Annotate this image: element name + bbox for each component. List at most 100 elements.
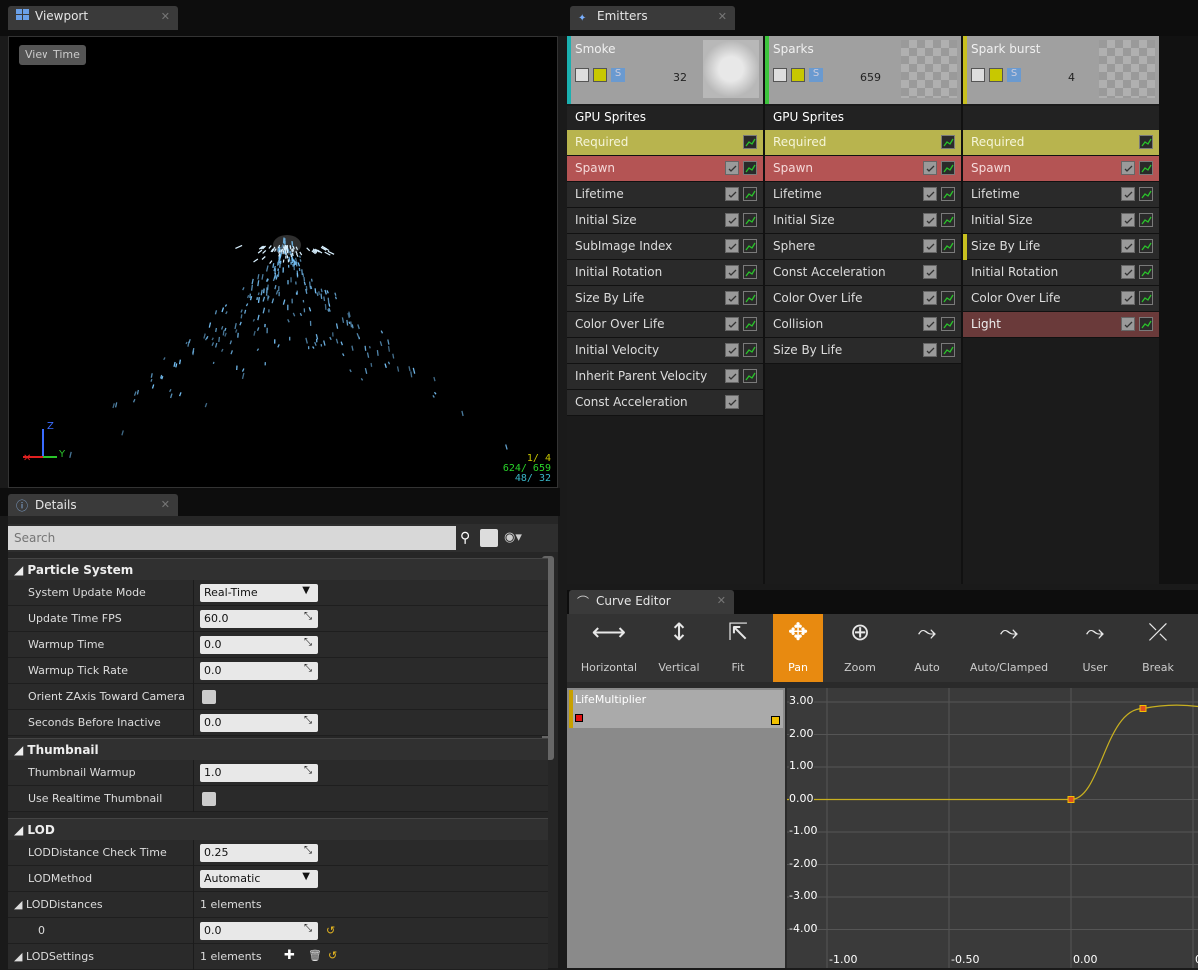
module-const-acceleration[interactable]: Const Acceleration	[567, 390, 763, 416]
module-lifetime[interactable]: Lifetime	[567, 182, 763, 208]
enable-icon[interactable]	[773, 68, 787, 82]
reset-icon[interactable]: ↺	[326, 924, 335, 937]
graph-icon[interactable]	[743, 161, 757, 175]
curve-graph-canvas[interactable]	[787, 688, 1198, 968]
emitter-header[interactable]: SparksS659	[765, 36, 961, 104]
module-enable-checkbox[interactable]	[923, 291, 937, 305]
module-spawn[interactable]: Spawn	[765, 156, 961, 182]
graph-icon[interactable]	[941, 213, 955, 227]
module-initial-rotation[interactable]: Initial Rotation	[567, 260, 763, 286]
solo-particles-icon[interactable]	[989, 68, 1003, 82]
module-enable-checkbox[interactable]	[923, 239, 937, 253]
curve-yellow-swatch[interactable]	[771, 716, 780, 725]
graph-icon[interactable]	[1139, 317, 1153, 331]
update-time-fps-field[interactable]: 60.0⤡	[200, 610, 318, 628]
module-spawn[interactable]: Spawn	[567, 156, 763, 182]
tab-curve-editor[interactable]: ⌒Curve Editor ✕	[569, 590, 734, 614]
curve-graph[interactable]: 3.002.001.000.00-1.00-2.00-3.00-4.00 -1.…	[787, 688, 1198, 968]
solo-icon[interactable]: S	[809, 68, 823, 82]
module-lifetime[interactable]: Lifetime	[963, 182, 1159, 208]
graph-icon[interactable]	[941, 239, 955, 253]
enable-icon[interactable]	[971, 68, 985, 82]
module-enable-checkbox[interactable]	[923, 265, 937, 279]
module-required[interactable]: Required	[765, 130, 961, 156]
graph-icon[interactable]	[743, 369, 757, 383]
emitter-type[interactable]: GPU Sprites	[765, 106, 961, 130]
tool-pan-button[interactable]: ✥Pan	[773, 614, 823, 682]
module-enable-checkbox[interactable]	[725, 161, 739, 175]
module-const-acceleration[interactable]: Const Acceleration	[765, 260, 961, 286]
module-enable-checkbox[interactable]	[725, 317, 739, 331]
seconds-before-inactive-field[interactable]: 0.0⤡	[200, 714, 318, 732]
close-icon[interactable]: ✕	[161, 498, 170, 511]
module-collision[interactable]: Collision	[765, 312, 961, 338]
module-enable-checkbox[interactable]	[1121, 291, 1135, 305]
emitter-type[interactable]	[963, 106, 1159, 130]
module-initial-size[interactable]: Initial Size	[765, 208, 961, 234]
module-enable-checkbox[interactable]	[725, 395, 739, 409]
module-enable-checkbox[interactable]	[725, 187, 739, 201]
module-enable-checkbox[interactable]	[725, 239, 739, 253]
module-initial-size[interactable]: Initial Size	[963, 208, 1159, 234]
graph-icon[interactable]	[1139, 187, 1153, 201]
module-enable-checkbox[interactable]	[725, 369, 739, 383]
tool-auto-clamped-button[interactable]: ⤳Auto/Clamped	[961, 614, 1057, 682]
solo-particles-icon[interactable]	[593, 68, 607, 82]
module-light[interactable]: Light	[963, 312, 1159, 338]
graph-icon[interactable]	[941, 291, 955, 305]
graph-icon[interactable]	[1139, 161, 1153, 175]
module-initial-size[interactable]: Initial Size	[567, 208, 763, 234]
module-enable-checkbox[interactable]	[923, 213, 937, 227]
category-particle-system[interactable]: ◢ Particle System	[8, 558, 548, 580]
emitter-header[interactable]: SmokeS32	[567, 36, 763, 104]
warmup-tick-rate-field[interactable]: 0.0⤡	[200, 662, 318, 680]
emitter-type[interactable]: GPU Sprites	[567, 106, 763, 130]
module-enable-checkbox[interactable]	[1121, 317, 1135, 331]
tool-auto-button[interactable]: ⤳Auto	[899, 614, 955, 682]
module-size-by-life[interactable]: Size By Life	[963, 234, 1159, 260]
module-enable-checkbox[interactable]	[725, 343, 739, 357]
module-color-over-life[interactable]: Color Over Life	[765, 286, 961, 312]
emitter-header[interactable]: Spark burstS4	[963, 36, 1159, 104]
graph-icon[interactable]	[1139, 291, 1153, 305]
module-enable-checkbox[interactable]	[1121, 213, 1135, 227]
close-icon[interactable]: ✕	[161, 10, 170, 23]
lod-method-select[interactable]: Automatic▼	[200, 870, 318, 888]
module-lifetime[interactable]: Lifetime	[765, 182, 961, 208]
tool-user-button[interactable]: ⤳User	[1067, 614, 1123, 682]
tab-details[interactable]: ⓘDetails ✕	[8, 494, 178, 518]
eye-icon[interactable]: ◉▾	[504, 530, 522, 545]
solo-icon[interactable]: S	[611, 68, 625, 82]
reset-icon[interactable]: ↺	[328, 949, 337, 962]
module-enable-checkbox[interactable]	[725, 213, 739, 227]
module-enable-checkbox[interactable]	[725, 265, 739, 279]
solo-particles-icon[interactable]	[791, 68, 805, 82]
tab-emitters[interactable]: ✦Emitters ✕	[570, 6, 735, 30]
warmup-time-field[interactable]: 0.0⤡	[200, 636, 318, 654]
tool-vertical-button[interactable]: ↕Vertical	[651, 614, 707, 682]
curve-red-swatch[interactable]	[575, 714, 583, 722]
graph-icon[interactable]	[941, 161, 955, 175]
graph-icon[interactable]	[743, 135, 757, 149]
module-initial-rotation[interactable]: Initial Rotation	[963, 260, 1159, 286]
thumbnail-warmup-field[interactable]: 1.0⤡	[200, 764, 318, 782]
lod-distance-check-time-field[interactable]: 0.25⤡	[200, 844, 318, 862]
search-input[interactable]	[8, 526, 456, 550]
close-icon[interactable]: ✕	[718, 10, 727, 23]
graph-icon[interactable]	[1139, 213, 1153, 227]
module-initial-velocity[interactable]: Initial Velocity	[567, 338, 763, 364]
graph-icon[interactable]	[941, 343, 955, 357]
graph-icon[interactable]	[743, 317, 757, 331]
enable-icon[interactable]	[575, 68, 589, 82]
graph-icon[interactable]	[1139, 135, 1153, 149]
use-realtime-thumbnail-checkbox[interactable]	[202, 792, 216, 806]
tool-l-button[interactable]: L	[1191, 614, 1198, 682]
system-update-mode-select[interactable]: Real-Time▼	[200, 584, 318, 602]
module-enable-checkbox[interactable]	[923, 317, 937, 331]
tool-break-button[interactable]: ⤫Break	[1133, 614, 1183, 682]
curve-item[interactable]: LifeMultiplier	[569, 690, 783, 728]
solo-icon[interactable]: S	[1007, 68, 1021, 82]
module-inherit-parent-velocity[interactable]: Inherit Parent Velocity	[567, 364, 763, 390]
module-enable-checkbox[interactable]	[923, 343, 937, 357]
module-enable-checkbox[interactable]	[1121, 239, 1135, 253]
